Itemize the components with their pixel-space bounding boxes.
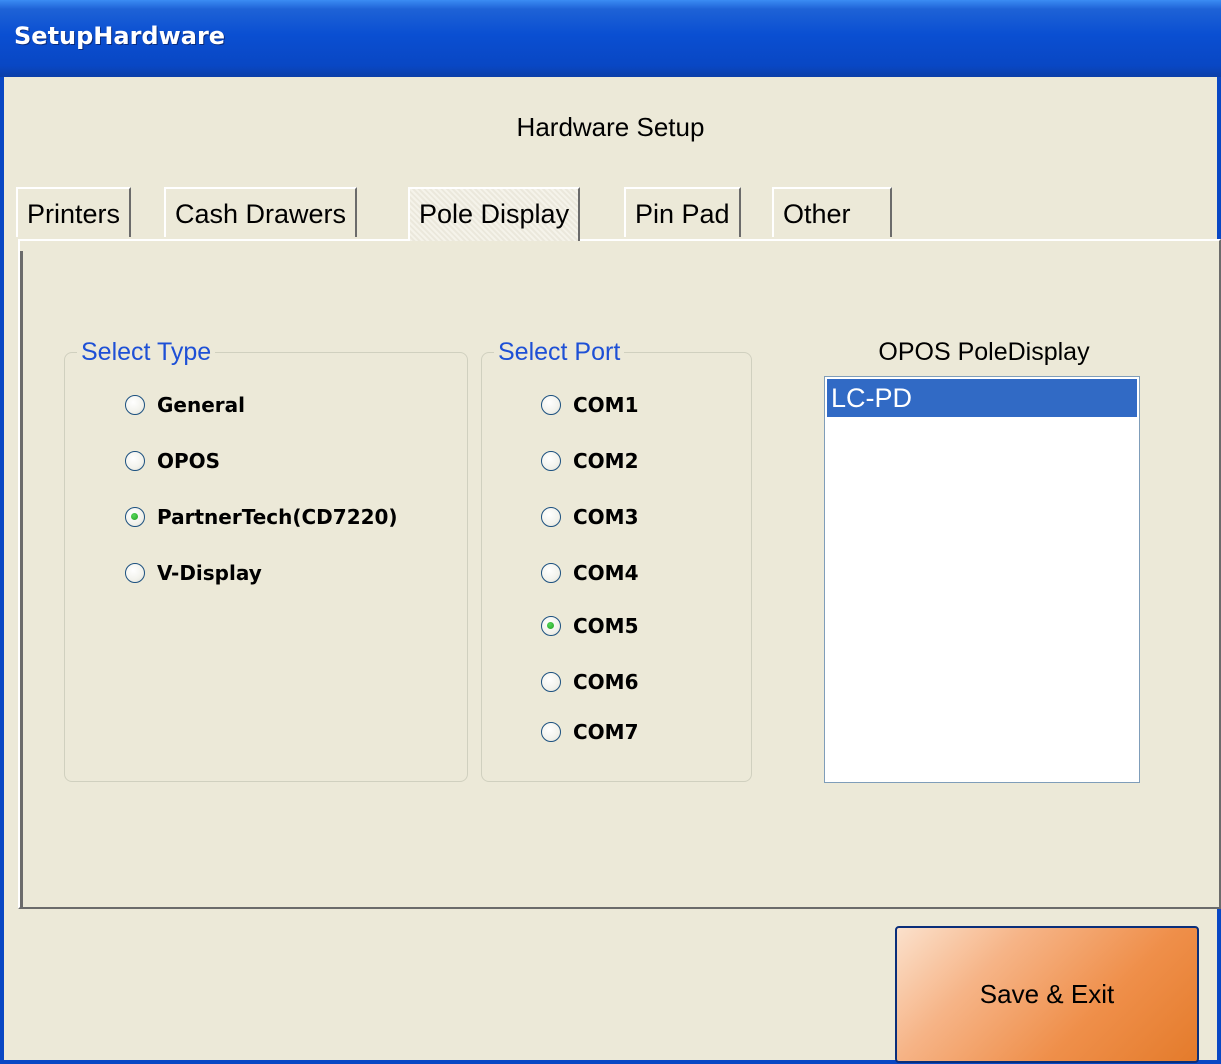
radio-port-com5[interactable]: COM5 bbox=[541, 614, 639, 638]
radio-circle-icon bbox=[125, 395, 145, 415]
select-port-legend: Select Port bbox=[498, 338, 621, 366]
radio-circle-icon bbox=[541, 672, 561, 692]
list-item[interactable]: LC-PD bbox=[827, 379, 1137, 417]
radio-dot-icon bbox=[547, 622, 554, 629]
radio-label: COM2 bbox=[573, 449, 639, 473]
tab-pin-pad[interactable]: Pin Pad bbox=[624, 187, 741, 237]
save-exit-button[interactable]: Save & Exit bbox=[895, 926, 1199, 1063]
window-title: SetupHardware bbox=[14, 22, 226, 50]
radio-type-opos[interactable]: OPOS bbox=[125, 449, 220, 473]
tab-other[interactable]: Other bbox=[772, 187, 892, 237]
radio-port-com6[interactable]: COM6 bbox=[541, 670, 639, 694]
radio-circle-icon bbox=[541, 451, 561, 471]
radio-label: V-Display bbox=[157, 561, 262, 585]
radio-type-general[interactable]: General bbox=[125, 393, 245, 417]
radio-circle-icon bbox=[541, 395, 561, 415]
radio-circle-icon bbox=[541, 507, 561, 527]
window-frame-left bbox=[0, 77, 4, 1064]
radio-label: COM1 bbox=[573, 393, 639, 417]
radio-dot-icon bbox=[131, 513, 138, 520]
page-title: Hardware Setup bbox=[516, 112, 705, 142]
select-type-legend: Select Type bbox=[81, 338, 212, 366]
radio-label: COM6 bbox=[573, 670, 639, 694]
tab-pole-display[interactable]: Pole Display bbox=[408, 187, 581, 241]
radio-circle-icon bbox=[541, 722, 561, 742]
radio-circle-icon bbox=[125, 451, 145, 471]
radio-label: COM5 bbox=[573, 614, 639, 638]
radio-selected-icon bbox=[125, 507, 145, 527]
radio-port-com7[interactable]: COM7 bbox=[541, 720, 639, 744]
radio-label: COM7 bbox=[573, 720, 639, 744]
tab-printers[interactable]: Printers bbox=[16, 187, 132, 237]
radio-port-com4[interactable]: COM4 bbox=[541, 561, 639, 585]
title-bar[interactable]: SetupHardware bbox=[0, 0, 1221, 77]
radio-port-com1[interactable]: COM1 bbox=[541, 393, 639, 417]
radio-circle-icon bbox=[541, 563, 561, 583]
radio-circle-icon bbox=[125, 563, 145, 583]
radio-type-v-display[interactable]: V-Display bbox=[125, 561, 262, 585]
tab-cash-drawers[interactable]: Cash Drawers bbox=[164, 187, 358, 237]
opos-poledisplay-list[interactable]: LC-PD bbox=[824, 376, 1140, 783]
radio-port-com2[interactable]: COM2 bbox=[541, 449, 639, 473]
radio-type-partnertech[interactable]: PartnerTech(CD7220) bbox=[125, 505, 398, 529]
radio-port-com3[interactable]: COM3 bbox=[541, 505, 639, 529]
radio-label: General bbox=[157, 393, 245, 417]
radio-label: OPOS bbox=[157, 449, 221, 473]
radio-label: COM4 bbox=[573, 561, 639, 585]
radio-label: COM3 bbox=[573, 505, 639, 529]
panel-edge bbox=[20, 251, 23, 907]
radio-label: PartnerTech(CD7220) bbox=[157, 505, 398, 529]
radio-selected-icon bbox=[541, 616, 561, 636]
opos-poledisplay-label: OPOS PoleDisplay bbox=[878, 338, 1090, 366]
